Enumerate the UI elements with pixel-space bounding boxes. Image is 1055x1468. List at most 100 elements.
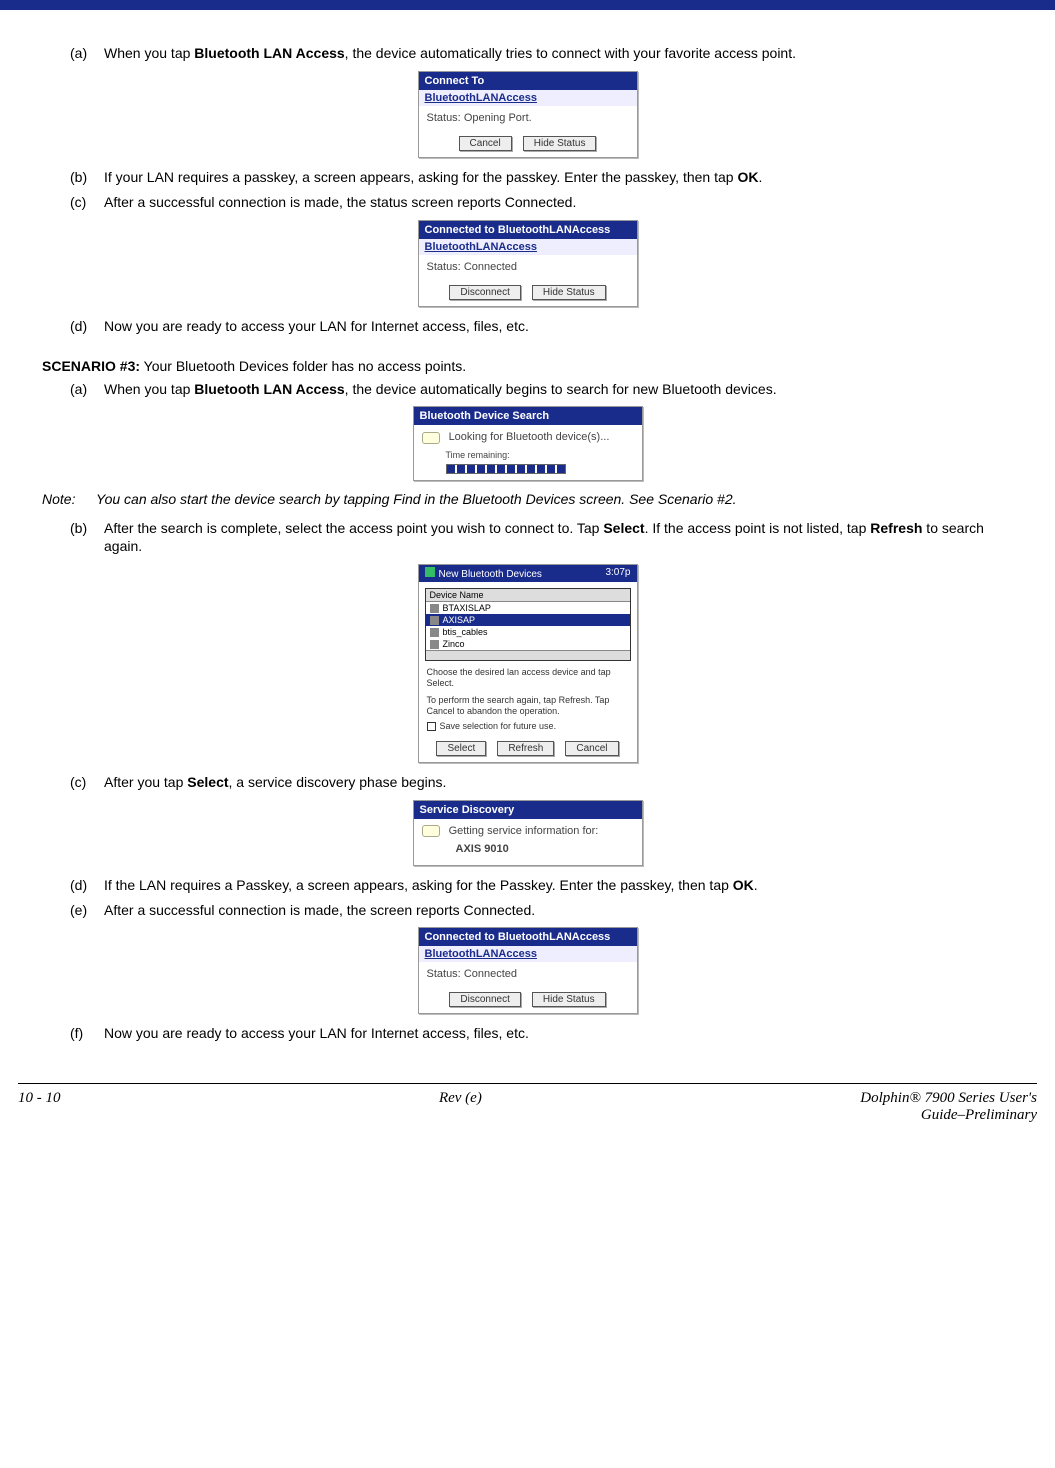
t: When you tap [104, 381, 194, 397]
dialog-buttons: Disconnect Hide Status [419, 279, 637, 306]
dialog-connect-to: Connect To BluetoothLANAccess Status: Op… [418, 71, 638, 158]
t: , the device automatically tries to conn… [345, 45, 796, 61]
dialog-title-bar: New Bluetooth Devices 3:07p [419, 565, 637, 582]
device-list[interactable]: Device Name BTAXISLAP AXISAP btis_cables… [425, 588, 631, 661]
list-item[interactable]: Zinco [426, 638, 630, 650]
t: , the device automatically begins to sea… [345, 381, 777, 397]
marker: (f) [70, 1024, 104, 1043]
step-3b: (b) After the search is complete, select… [70, 519, 1013, 557]
instruction-text: To perform the search again, tap Refresh… [419, 695, 637, 717]
step-text: After a successful connection is made, t… [104, 193, 1013, 212]
step-text: When you tap Bluetooth LAN Access, the d… [104, 44, 1013, 63]
list-item[interactable]: BTAXISLAP [426, 602, 630, 614]
status-label: Status: [427, 968, 461, 980]
marker: (a) [70, 380, 104, 399]
page-body: (a) When you tap Bluetooth LAN Access, t… [0, 10, 1055, 1061]
step-text: Now you are ready to access your LAN for… [104, 1024, 1013, 1043]
horizontal-scrollbar[interactable] [426, 650, 630, 660]
dialog-body: Status: Connected [419, 962, 637, 986]
marker: (b) [70, 519, 104, 557]
select-button[interactable]: Select [436, 741, 486, 756]
dialog-title: Connected to BluetoothLANAccess [419, 928, 637, 946]
note: Note: You can also start the device sear… [42, 491, 1013, 507]
disconnect-button[interactable]: Disconnect [449, 285, 520, 300]
hide-status-button[interactable]: Hide Status [532, 992, 606, 1007]
marker: (d) [70, 876, 104, 895]
search-animation-icon [422, 825, 440, 837]
page-footer: 10 - 10 Rev (e) Dolphin® 7900 Series Use… [18, 1083, 1037, 1144]
footer-revision: Rev (e) [439, 1090, 482, 1124]
clock: 3:07p [605, 567, 630, 580]
device-name: BTAXISLAP [443, 603, 491, 613]
device-name: btis_cables [443, 627, 488, 637]
step-text: When you tap Bluetooth LAN Access, the d… [104, 380, 1013, 399]
footer-line1: Dolphin® 7900 Series User's [860, 1090, 1037, 1107]
refresh-button[interactable]: Refresh [497, 741, 554, 756]
cancel-button[interactable]: Cancel [459, 136, 512, 151]
status-value: Opening Port. [464, 112, 532, 124]
dialog-title: Connected to BluetoothLANAccess [419, 221, 637, 239]
status-label: Status: [427, 112, 461, 124]
search-animation-icon [422, 432, 440, 444]
t-bold: Bluetooth LAN Access [194, 45, 344, 61]
note-label: Note: [42, 491, 96, 507]
app-icon [425, 567, 435, 577]
service-device-name: AXIS 9010 [456, 843, 634, 855]
top-accent-bar [0, 0, 1055, 10]
dialog-link[interactable]: BluetoothLANAccess [419, 239, 637, 255]
step-text: Now you are ready to access your LAN for… [104, 317, 1013, 336]
dialog-buttons: Disconnect Hide Status [419, 986, 637, 1013]
figure-service-discovery: Service Discovery Getting service inform… [42, 800, 1013, 866]
service-message: Getting service information for: [449, 825, 599, 837]
figure-new-devices: New Bluetooth Devices 3:07p Device Name … [42, 564, 1013, 762]
t-bold: OK [737, 169, 758, 185]
dialog-buttons: Select Refresh Cancel [419, 735, 637, 762]
list-item[interactable]: btis_cables [426, 626, 630, 638]
hide-status-button[interactable]: Hide Status [523, 136, 597, 151]
dialog-buttons: Cancel Hide Status [419, 130, 637, 157]
disconnect-button[interactable]: Disconnect [449, 992, 520, 1007]
status-label: Status: [427, 261, 461, 273]
checkbox[interactable] [427, 722, 436, 731]
dialog-title: New Bluetooth Devices [439, 569, 542, 580]
dialog-link[interactable]: BluetoothLANAccess [419, 946, 637, 962]
figure-connected-1: Connected to BluetoothLANAccess Bluetoot… [42, 220, 1013, 307]
figure-connect-to: Connect To BluetoothLANAccess Status: Op… [42, 71, 1013, 158]
instruction-text: Choose the desired lan access device and… [419, 667, 637, 689]
list-item[interactable]: AXISAP [426, 614, 630, 626]
t-bold: Bluetooth LAN Access [194, 381, 344, 397]
device-name: Zinco [443, 639, 465, 649]
t: If the LAN requires a Passkey, a screen … [104, 877, 733, 893]
checkbox-label: Save selection for future use. [440, 721, 557, 731]
step-3a: (a) When you tap Bluetooth LAN Access, t… [70, 380, 1013, 399]
t: When you tap [104, 45, 194, 61]
step-3c: (c) After you tap Select, a service disc… [70, 773, 1013, 792]
footer-doc-title: Dolphin® 7900 Series User's Guide–Prelim… [860, 1090, 1037, 1124]
device-name: AXISAP [443, 615, 476, 625]
step-3f: (f) Now you are ready to access your LAN… [70, 1024, 1013, 1043]
marker: (b) [70, 168, 104, 187]
dialog-link[interactable]: BluetoothLANAccess [419, 90, 637, 106]
device-icon [430, 628, 439, 637]
save-selection-row[interactable]: Save selection for future use. [419, 717, 637, 735]
dialog-body: Status: Connected [419, 255, 637, 279]
cancel-button[interactable]: Cancel [565, 741, 618, 756]
status-value: Connected [464, 261, 517, 273]
search-message: Looking for Bluetooth device(s)... [449, 431, 610, 443]
marker: (a) [70, 44, 104, 63]
t-bold: Select [187, 774, 228, 790]
note-text: You can also start the device search by … [96, 491, 737, 507]
step-text: After a successful connection is made, t… [104, 901, 1013, 920]
t: . [758, 169, 762, 185]
hide-status-button[interactable]: Hide Status [532, 285, 606, 300]
t: After the search is complete, select the… [104, 520, 603, 536]
scenario-intro: Your Bluetooth Devices folder has no acc… [140, 358, 466, 374]
marker: (e) [70, 901, 104, 920]
progress-bar [446, 464, 566, 474]
step-text: If the LAN requires a Passkey, a screen … [104, 876, 1013, 895]
figure-connected-2: Connected to BluetoothLANAccess Bluetoot… [42, 927, 1013, 1014]
step-2a: (a) When you tap Bluetooth LAN Access, t… [70, 44, 1013, 63]
dialog-body: Status: Opening Port. [419, 106, 637, 130]
device-icon [430, 616, 439, 625]
dialog-title: Bluetooth Device Search [414, 407, 642, 425]
